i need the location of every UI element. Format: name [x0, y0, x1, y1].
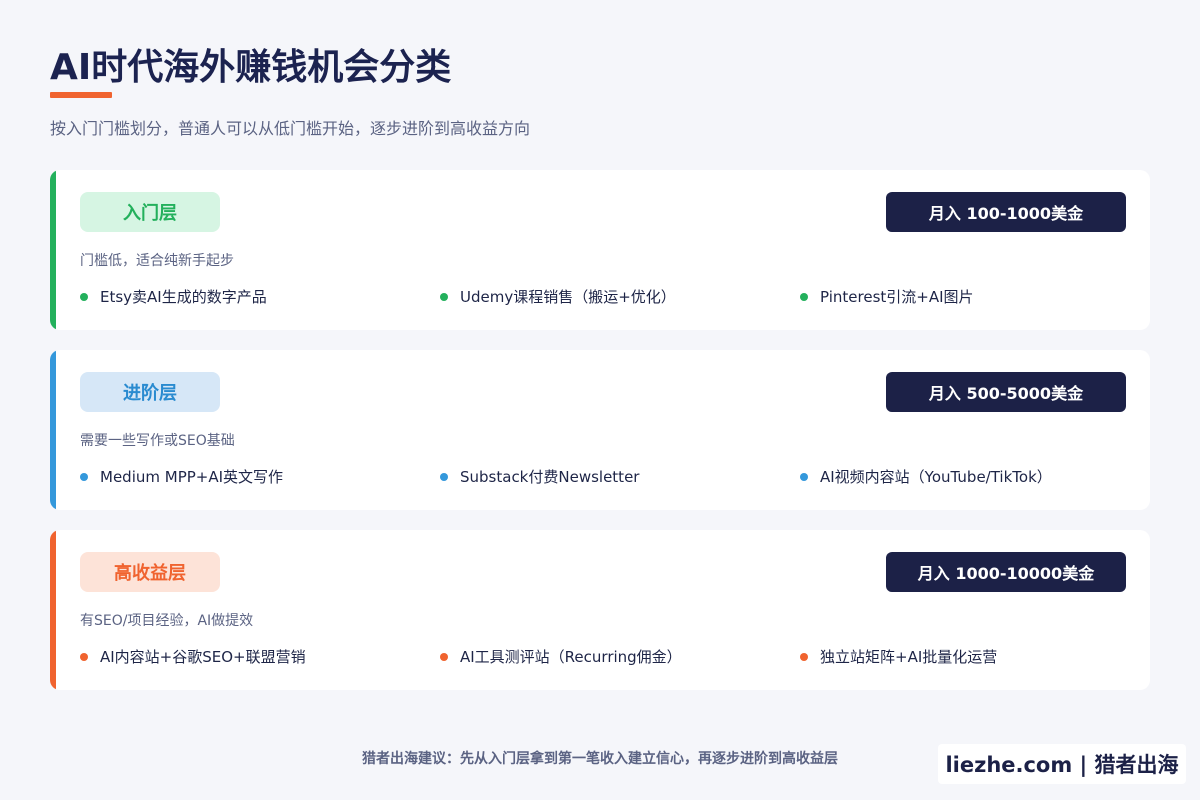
bullet-dot-icon: [800, 472, 808, 481]
page-subtitle: 按入门门槛划分，普通人可以从低门槛开始，逐步进阶到高收益方向: [50, 119, 531, 138]
tier-income-badge: 月入 1000-10000美金: [886, 552, 1126, 592]
list-item: AI视频内容站（YouTube/TikTok）: [800, 466, 1052, 487]
tier-card-intermediate: 进阶层 月入 500-5000美金 需要一些写作或SEO基础 Medium MP…: [50, 350, 1150, 510]
tier-item-list: Etsy卖AI生成的数字产品 Udemy课程销售（搬运+优化） Pinteres…: [80, 286, 1150, 310]
list-item: Etsy卖AI生成的数字产品: [80, 286, 267, 307]
tier-item-list: AI内容站+谷歌SEO+联盟营销 AI工具测评站（Recurring佣金） 独立…: [80, 646, 1150, 670]
tier-income-badge: 月入 100-1000美金: [886, 192, 1126, 232]
tier-description: 有SEO/项目经验，AI做提效: [80, 613, 254, 629]
title-underline: [50, 92, 112, 98]
list-item: 独立站矩阵+AI批量化运营: [800, 646, 997, 667]
tier-card-high-income: 高收益层 月入 1000-10000美金 有SEO/项目经验，AI做提效 AI内…: [50, 530, 1150, 690]
list-item-label: AI内容站+谷歌SEO+联盟营销: [100, 648, 306, 666]
bullet-dot-icon: [80, 292, 88, 301]
list-item-label: 独立站矩阵+AI批量化运营: [820, 648, 998, 666]
list-item-label: Substack付费Newsletter: [460, 468, 640, 486]
tier-level-badge: 入门层: [80, 192, 220, 232]
list-item: AI工具测评站（Recurring佣金）: [440, 646, 682, 667]
header: AI时代海外赚钱机会分类 按入门门槛划分，普通人可以从低门槛开始，逐步进阶到高收…: [50, 44, 530, 140]
tier-description: 需要一些写作或SEO基础: [80, 433, 235, 449]
bullet-dot-icon: [80, 652, 88, 661]
list-item: Udemy课程销售（搬运+优化）: [440, 286, 676, 307]
bullet-dot-icon: [440, 292, 448, 301]
list-item-label: Etsy卖AI生成的数字产品: [100, 288, 267, 306]
bullet-dot-icon: [440, 472, 448, 481]
bullet-dot-icon: [440, 652, 448, 661]
bullet-dot-icon: [800, 292, 808, 301]
tier-description: 门槛低，适合纯新手起步: [80, 253, 234, 269]
list-item-label: Pinterest引流+AI图片: [820, 288, 974, 306]
tier-accent-bar: [50, 170, 56, 330]
list-item: AI内容站+谷歌SEO+联盟营销: [80, 646, 306, 667]
list-item: Medium MPP+AI英文写作: [80, 466, 283, 487]
tier-card-beginner: 入门层 月入 100-1000美金 门槛低，适合纯新手起步 Etsy卖AI生成的…: [50, 170, 1150, 330]
tier-level-badge: 高收益层: [80, 552, 220, 592]
tier-income-badge: 月入 500-5000美金: [886, 372, 1126, 412]
tier-accent-bar: [50, 350, 56, 510]
list-item-label: Udemy课程销售（搬运+优化）: [460, 288, 676, 306]
bullet-dot-icon: [80, 472, 88, 481]
list-item-label: AI工具测评站（Recurring佣金）: [460, 648, 682, 666]
page-title: AI时代海外赚钱机会分类: [50, 47, 452, 88]
tier-accent-bar: [50, 530, 56, 690]
brand-watermark: liezhe.com | 猎者出海: [938, 744, 1186, 784]
list-item-label: Medium MPP+AI英文写作: [100, 468, 284, 486]
bullet-dot-icon: [800, 652, 808, 661]
list-item: Substack付费Newsletter: [440, 466, 639, 487]
list-item: Pinterest引流+AI图片: [800, 286, 974, 307]
tier-level-badge: 进阶层: [80, 372, 220, 412]
tier-item-list: Medium MPP+AI英文写作 Substack付费Newsletter A…: [80, 466, 1150, 490]
list-item-label: AI视频内容站（YouTube/TikTok）: [820, 468, 1052, 486]
